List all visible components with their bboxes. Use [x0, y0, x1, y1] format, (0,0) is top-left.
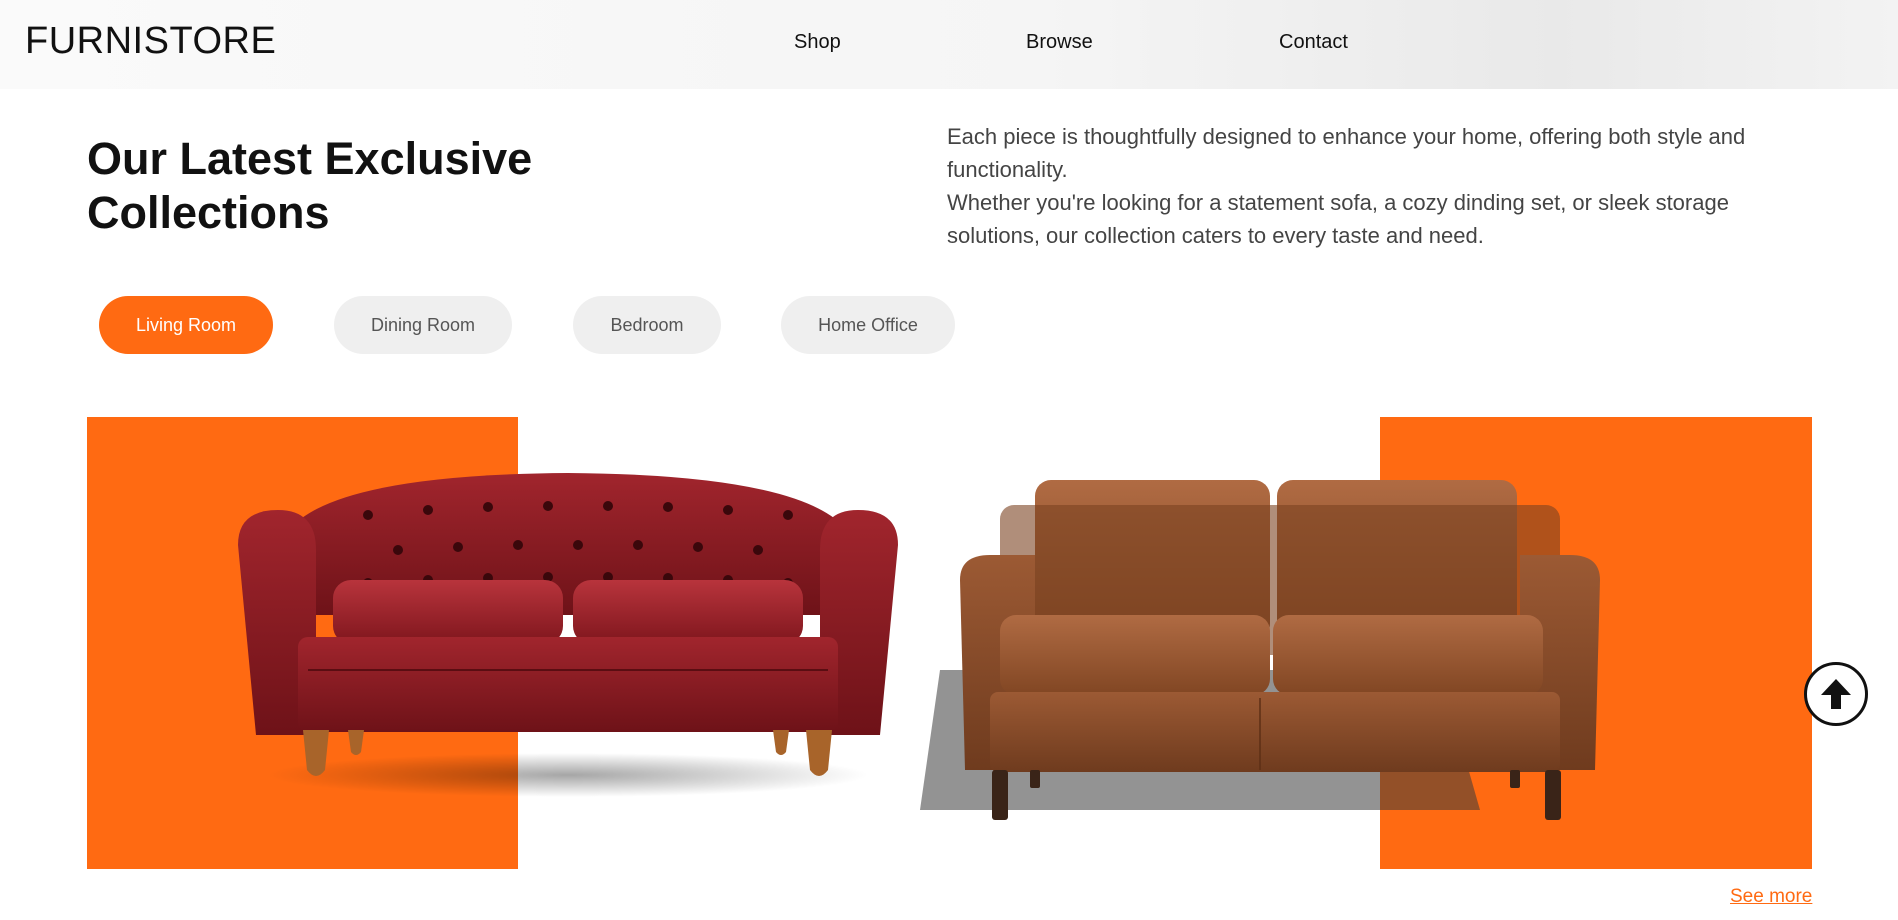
arrow-up-circle-icon — [1821, 679, 1851, 709]
collection-intro: Each piece is thoughtfully designed to e… — [947, 120, 1807, 252]
intro-paragraph-1: Each piece is thoughtfully designed to e… — [947, 124, 1746, 182]
page-title: Our Latest Exclusive Collections — [87, 133, 533, 238]
brown-leather-sofa-image[interactable] — [880, 470, 1610, 820]
intro-paragraph-2: Whether you're looking for a statement s… — [947, 190, 1729, 248]
scroll-to-top-button[interactable] — [1804, 662, 1868, 726]
nav-contact-link[interactable]: Contact — [1279, 31, 1348, 54]
tab-home-office[interactable]: Home Office — [781, 296, 955, 354]
nav-shop-link[interactable]: Shop — [794, 31, 841, 54]
brand-logo[interactable]: FURNISTORE — [25, 20, 276, 63]
nav-browse-link[interactable]: Browse — [1026, 31, 1093, 54]
tab-bedroom[interactable]: Bedroom — [573, 296, 721, 354]
red-chesterfield-sofa-image[interactable] — [238, 465, 898, 805]
see-more-link[interactable]: See more — [1730, 886, 1812, 908]
tab-living-room[interactable]: Living Room — [99, 296, 273, 354]
tab-dining-room[interactable]: Dining Room — [334, 296, 512, 354]
site-header: FURNISTORE Shop Browse Contact — [0, 0, 1898, 89]
